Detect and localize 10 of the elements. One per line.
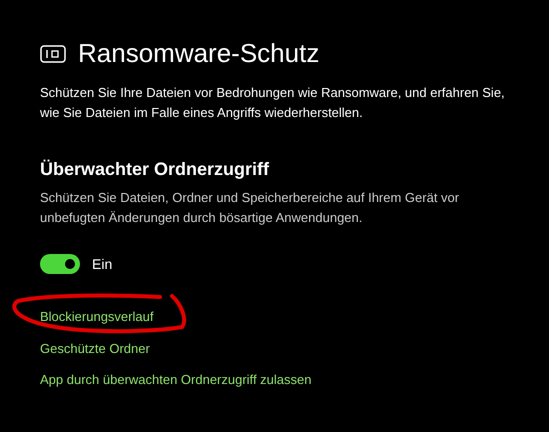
- page-title: Ransomware-Schutz: [78, 38, 320, 69]
- section-description: Schützen Sie Dateien, Ordner und Speicherbereiche auf Ihrem Gerät vor unbefugten Änderungen durch bösartige Anwendungen.: [40, 189, 460, 227]
- link[interactable]: Geschützte Ordner: [40, 341, 150, 356]
- link[interactable]: App durch überwachten Ordnerzugriff zulassen: [40, 372, 312, 387]
- section-title: Überwachter Ordnerzugriff: [40, 159, 270, 180]
- shield-panel-icon: [40, 44, 66, 62]
- link[interactable]: Blockierungsverlauf: [40, 309, 154, 324]
- toggle-switch[interactable]: [40, 254, 80, 274]
- toggle-label: Ein: [92, 256, 112, 272]
- page-description: Schützen Sie Ihre Dateien vor Bedrohungen wie Ransomware, und erfahren Sie, wie Sie Dateien im Falle eines Angriffs wiederherstellen.: [40, 84, 506, 122]
